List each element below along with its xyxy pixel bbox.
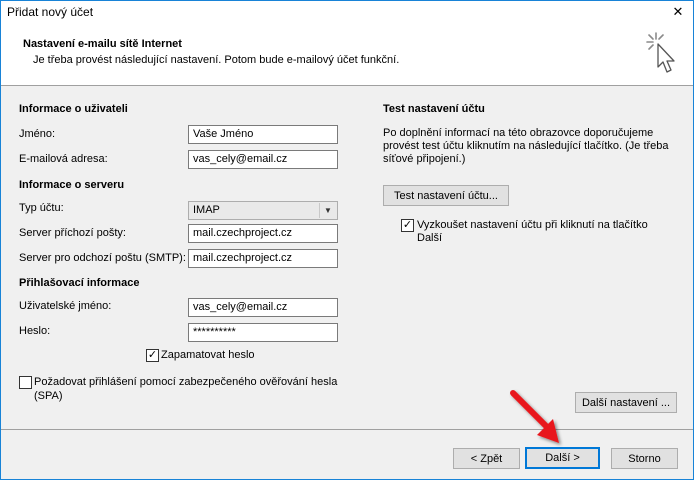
email-field[interactable]: vas_cely@email.cz xyxy=(188,150,338,169)
next-button[interactable]: Další > xyxy=(525,447,600,469)
chevron-down-icon[interactable]: ▼ xyxy=(319,203,336,218)
page-title: Nastavení e-mailu sítě Internet xyxy=(23,38,182,50)
test-account-button[interactable]: Test nastavení účtu... xyxy=(383,185,509,206)
account-type-value: IMAP xyxy=(193,204,220,216)
user-info-heading: Informace o uživateli xyxy=(19,103,128,115)
account-type-select[interactable]: IMAP ▼ xyxy=(188,201,338,220)
test-description-line3: síťové připojení.) xyxy=(383,153,466,165)
spa-label-line1: Požadovat přihlášení pomocí zabezpečenéh… xyxy=(34,376,338,388)
spa-checkbox[interactable] xyxy=(19,376,32,389)
window-title: Přidat nový účet xyxy=(7,5,94,19)
close-icon[interactable]: ✕ xyxy=(663,1,693,23)
name-field[interactable]: Vaše Jméno xyxy=(188,125,338,144)
incoming-server-field[interactable]: mail.czechproject.cz xyxy=(188,224,338,243)
test-description-line2: provést test účtu kliknutím na následují… xyxy=(383,140,669,152)
username-label: Uživatelské jméno: xyxy=(19,300,112,312)
cancel-button[interactable]: Storno xyxy=(611,448,678,469)
test-description-line1: Po doplnění informací na této obrazovce … xyxy=(383,127,654,139)
title-bar: Přidat nový účet ✕ xyxy=(1,1,693,23)
name-label: Jméno: xyxy=(19,128,56,140)
auto-test-label-line2: Další xyxy=(417,232,443,244)
email-label: E-mailová adresa: xyxy=(19,153,108,165)
outgoing-server-label: Server pro odchozí poštu (SMTP): xyxy=(19,252,186,264)
outgoing-server-field[interactable]: mail.czechproject.cz xyxy=(188,249,338,268)
spa-label-line2: (SPA) xyxy=(34,390,63,402)
more-settings-button[interactable]: Další nastavení ... xyxy=(575,392,677,413)
remember-password-checkbox[interactable]: ✓ xyxy=(146,349,159,362)
back-button[interactable]: < Zpět xyxy=(453,448,520,469)
test-settings-heading: Test nastavení účtu xyxy=(383,103,485,115)
footer-divider xyxy=(1,429,693,430)
annotation-arrow-icon xyxy=(510,390,559,443)
add-account-dialog: Přidat nový účet ✕ Nastavení e-mailu sít… xyxy=(0,0,694,480)
login-info-heading: Přihlašovací informace xyxy=(19,277,140,289)
account-type-label: Typ účtu: xyxy=(19,202,64,214)
auto-test-checkbox[interactable]: ✓ xyxy=(401,219,414,232)
auto-test-label-line1: Vyzkoušet nastavení účtu při kliknutí na… xyxy=(417,219,648,231)
server-info-heading: Informace o serveru xyxy=(19,179,125,191)
page-subtitle: Je třeba provést následující nastavení. … xyxy=(33,54,400,66)
wizard-header: Nastavení e-mailu sítě Internet Je třeba… xyxy=(1,23,693,86)
incoming-server-label: Server příchozí pošty: xyxy=(19,227,126,239)
password-field[interactable]: ********** xyxy=(188,323,338,342)
remember-password-label: Zapamatovat heslo xyxy=(161,349,255,361)
password-label: Heslo: xyxy=(19,325,51,337)
username-field[interactable]: vas_cely@email.cz xyxy=(188,298,338,317)
cursor-sparkle-icon xyxy=(646,32,675,73)
